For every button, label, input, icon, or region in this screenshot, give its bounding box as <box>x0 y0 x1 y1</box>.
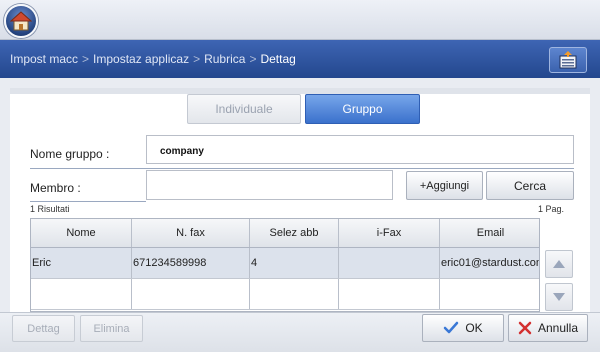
breadcrumb: Impost macc > Impostaz applicaz > Rubrica > De… <box>10 52 296 66</box>
ok-button[interactable]: OK <box>422 314 504 342</box>
add-button[interactable]: +Aggiungi <box>406 171 483 200</box>
group-name-field[interactable]: company <box>146 135 574 164</box>
breadcrumb-item[interactable]: Rubrica <box>204 52 245 66</box>
column-header-name[interactable]: Nome <box>31 219 132 247</box>
divider <box>30 168 574 169</box>
breadcrumb-item[interactable]: Impostaz applicaz <box>93 52 189 66</box>
address-book-icon <box>559 51 577 69</box>
cell-ifax <box>339 248 440 278</box>
table-row[interactable]: Eric 671234589998 4 eric01@stardust.com <box>31 248 540 279</box>
column-header-email[interactable]: Email <box>440 219 539 247</box>
cell-fax: 671234589998 <box>132 248 250 278</box>
tab-individual[interactable]: Individuale <box>187 94 301 124</box>
cell-empty <box>440 279 539 309</box>
details-button[interactable]: Dettag <box>12 315 75 342</box>
cell-empty <box>339 279 440 309</box>
column-header-fax[interactable]: N. fax <box>132 219 250 247</box>
home-icon <box>10 11 32 31</box>
group-name-value: company <box>160 146 204 157</box>
breadcrumb-current: Dettag <box>260 52 296 66</box>
search-button[interactable]: Cerca <box>486 171 574 200</box>
cell-empty <box>31 279 132 309</box>
members-table: Nome N. fax Selez abb i-Fax Email Eric 6… <box>30 218 540 312</box>
table-row-empty[interactable] <box>31 279 539 310</box>
cell-speed-dial: 4 <box>250 248 339 278</box>
triangle-down-icon <box>553 293 565 301</box>
ok-label: OK <box>465 321 483 335</box>
tab-group[interactable]: Gruppo <box>305 94 420 124</box>
cell-email: eric01@stardust.com <box>441 257 540 269</box>
table-header: Nome N. fax Selez abb i-Fax Email <box>31 219 539 248</box>
delete-button[interactable]: Elimina <box>80 315 143 342</box>
cancel-label: Annulla <box>537 321 579 335</box>
breadcrumb-separator: > <box>82 52 90 66</box>
cancel-button[interactable]: Annulla <box>508 314 588 342</box>
checkmark-icon <box>444 321 459 334</box>
address-book-button[interactable] <box>549 47 587 73</box>
column-header-ifax[interactable]: i-Fax <box>339 219 440 247</box>
cell-empty <box>250 279 339 309</box>
scroll-up-button[interactable] <box>545 250 573 278</box>
scroll-down-button[interactable] <box>545 283 573 311</box>
page-indicator: 1 Pag. <box>538 204 565 214</box>
breadcrumb-separator: > <box>249 52 257 66</box>
navigation-bar: Impost macc > Impostaz applicaz > Rubrica > De… <box>0 40 600 78</box>
home-button[interactable] <box>4 4 38 38</box>
divider <box>30 201 146 202</box>
member-label: Membro : <box>30 181 81 195</box>
x-icon <box>518 321 532 335</box>
group-name-label: Nome gruppo : <box>30 147 110 161</box>
results-count: 1 Risultati <box>30 204 70 214</box>
cell-name: Eric <box>31 248 132 278</box>
cell-empty <box>132 279 250 309</box>
column-header-speed-dial[interactable]: Selez abb <box>250 219 339 247</box>
top-bar <box>0 0 600 40</box>
breadcrumb-item[interactable]: Impost macc <box>10 52 78 66</box>
member-field[interactable] <box>146 170 393 200</box>
triangle-up-icon <box>553 260 565 268</box>
breadcrumb-separator: > <box>193 52 201 66</box>
